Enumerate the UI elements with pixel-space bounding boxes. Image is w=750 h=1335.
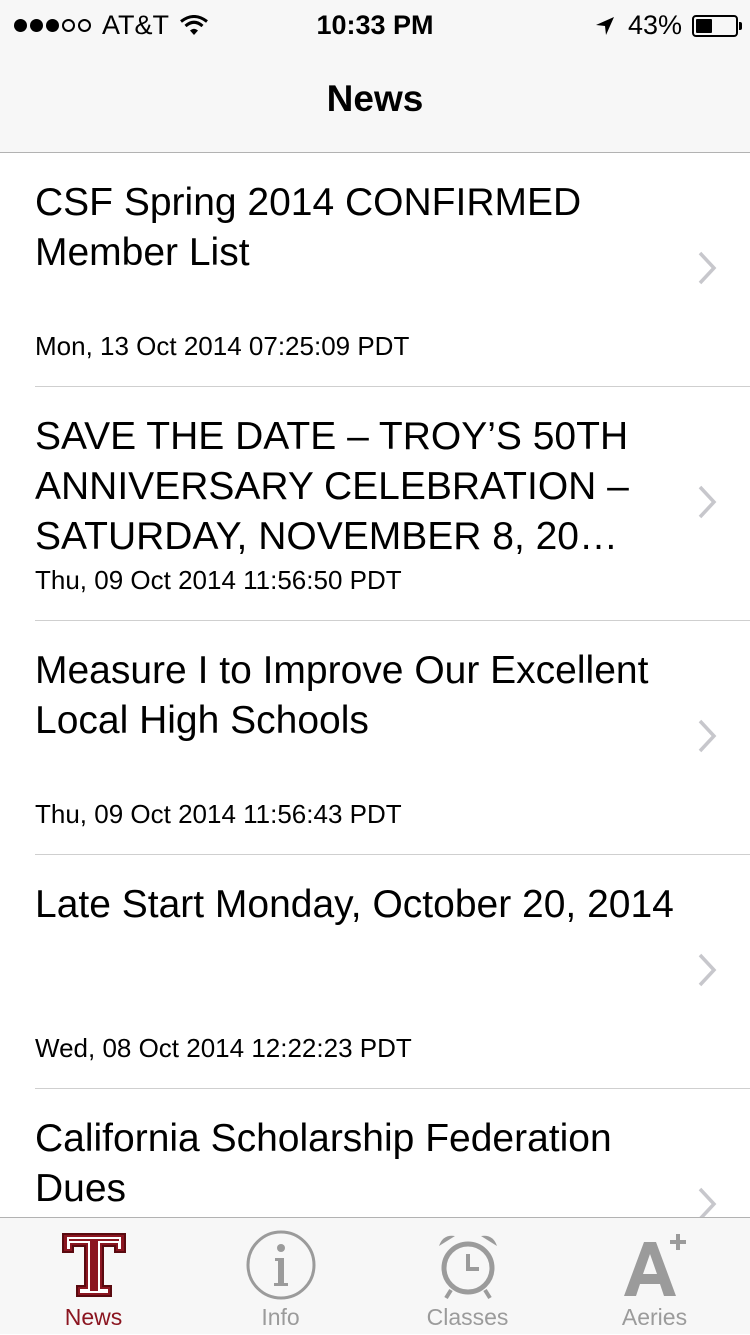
tab-label: Info bbox=[261, 1304, 300, 1330]
news-date: Thu, 09 Oct 2014 11:56:50 PDT bbox=[35, 565, 402, 595]
chevron-right-icon bbox=[698, 485, 717, 519]
news-headline: Late Start Monday, October 20, 2014 bbox=[35, 883, 674, 926]
tab-aeries[interactable]: Aeries bbox=[561, 1218, 748, 1335]
page-title: News bbox=[326, 78, 424, 119]
navigation-bar: News bbox=[0, 50, 750, 153]
info-icon bbox=[246, 1230, 315, 1300]
status-right: 43% bbox=[594, 10, 742, 41]
news-row[interactable]: CSF Spring 2014 CONFIRMED Member List Mo… bbox=[0, 153, 750, 387]
news-list: CSF Spring 2014 CONFIRMED Member List Mo… bbox=[0, 153, 750, 1323]
battery-icon bbox=[692, 14, 742, 37]
a-plus-icon bbox=[623, 1234, 686, 1296]
news-headline: CSF Spring 2014 CONFIRMED Member List bbox=[35, 181, 582, 274]
news-row[interactable]: Late Start Monday, October 20, 2014 Wed,… bbox=[0, 855, 750, 1089]
news-row[interactable]: SAVE THE DATE – TROY’S 50TH ANNIVERSARY … bbox=[0, 387, 750, 621]
troy-t-logo-icon bbox=[61, 1233, 126, 1297]
status-bar: AT&T 10:33 PM 43% bbox=[0, 0, 750, 50]
tab-bar: News Info Classes Aeries bbox=[0, 1217, 750, 1334]
news-headline: California Scholarship Federation Dues bbox=[35, 1117, 612, 1210]
news-headline: SAVE THE DATE – TROY’S 50TH ANNIVERSARY … bbox=[35, 415, 629, 558]
location-arrow-icon bbox=[595, 16, 614, 35]
battery-percent: 43% bbox=[627, 10, 682, 40]
chevron-right-icon bbox=[698, 251, 717, 285]
tab-label: Aeries bbox=[621, 1304, 688, 1330]
tab-label: News bbox=[64, 1304, 123, 1330]
tab-info[interactable]: Info bbox=[187, 1218, 374, 1335]
news-date: Wed, 08 Oct 2014 12:22:23 PDT bbox=[35, 1033, 412, 1063]
tab-news[interactable]: News bbox=[0, 1218, 187, 1335]
tab-label: Classes bbox=[426, 1304, 509, 1330]
news-date: Thu, 09 Oct 2014 11:56:43 PDT bbox=[35, 799, 402, 829]
chevron-right-icon bbox=[698, 719, 717, 753]
tab-classes[interactable]: Classes bbox=[374, 1218, 561, 1335]
news-row[interactable]: Measure I to Improve Our Excellent Local… bbox=[0, 621, 750, 855]
alarm-clock-icon bbox=[438, 1235, 497, 1300]
news-headline: Measure I to Improve Our Excellent Local… bbox=[35, 649, 649, 742]
news-date: Mon, 13 Oct 2014 07:25:09 PDT bbox=[35, 331, 410, 361]
chevron-right-icon bbox=[698, 953, 717, 987]
